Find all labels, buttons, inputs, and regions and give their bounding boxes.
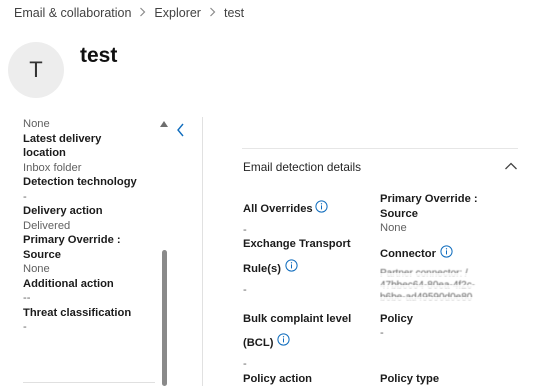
label-policy-action: Policy action [243, 373, 313, 385]
label-exchange-transport-rules-line1: Exchange Transport [243, 238, 351, 250]
left-pane-content: None Latest delivery location Inbox fold… [23, 117, 137, 335]
field-value-delivery-action: Delivered [23, 219, 71, 232]
label-bulk-complaint-level-line1: Bulk complaint level [243, 313, 352, 325]
field-value: None [23, 118, 50, 130]
label-bulk-complaint-level-line2: (BCL) [243, 337, 274, 349]
chevron-left-icon [177, 123, 184, 137]
field-label-threat-classification: Threat classification [23, 306, 132, 319]
chevron-right-icon [209, 6, 216, 20]
value-bulk-complaint-level: - [243, 358, 247, 370]
field-value-threat-classification: - [23, 321, 27, 333]
field-label-primary-override-source: Primary Override : Source [23, 234, 121, 261]
value-primary-override-source: None [380, 222, 407, 234]
scrollbar-thumb[interactable] [162, 250, 167, 386]
chevron-up-icon[interactable] [504, 158, 518, 170]
value-all-overrides: - [243, 224, 247, 236]
label-policy-type: Policy type [380, 373, 440, 385]
collapse-pane-button[interactable] [175, 122, 189, 138]
info-icon[interactable] [440, 245, 453, 258]
breadcrumb-item-current: test [223, 6, 245, 20]
redaction-mask [380, 297, 510, 300]
section-title-email-detection-details[interactable]: Email detection details [243, 160, 361, 174]
left-details-pane: None Latest delivery location Inbox fold… [0, 117, 172, 386]
breadcrumb-item-email-collaboration[interactable]: Email & collaboration [14, 6, 131, 20]
chevron-right-icon [139, 6, 146, 20]
field-value-additional-action: -- [23, 292, 31, 304]
breadcrumb-item-explorer[interactable]: Explorer [154, 6, 201, 20]
scroll-up-arrow-icon[interactable] [160, 120, 169, 129]
field-value-latest-delivery-location: Inbox folder [23, 161, 82, 174]
field-label-delivery-action: Delivery action [23, 205, 103, 217]
field-label-latest-delivery-location: Latest delivery location [23, 132, 102, 160]
value-connector: Partner connector: / 47bbec64-80ea-4f2c-… [380, 268, 510, 308]
info-icon[interactable] [285, 259, 298, 272]
section-divider [242, 148, 518, 149]
field-label-additional-action: Additional action [23, 277, 114, 290]
field-value-primary-override-source: None [23, 263, 50, 275]
field-value-detection-technology: - [23, 190, 27, 203]
avatar: T [8, 42, 64, 98]
label-primary-override-source: Primary Override : Source [380, 193, 478, 220]
value-policy: - [380, 327, 384, 339]
redaction-mask [380, 273, 510, 276]
pane-divider [202, 117, 203, 386]
value-exchange-transport-rules: - [243, 284, 247, 296]
divider [23, 382, 155, 383]
label-policy: Policy [380, 313, 413, 325]
label-all-overrides: All Overrides [243, 203, 313, 215]
label-exchange-transport-rules-line2: Rule(s) [243, 263, 281, 275]
info-icon[interactable] [315, 200, 328, 213]
info-icon[interactable] [277, 333, 290, 346]
page-title: test [80, 44, 118, 67]
redaction-mask [380, 285, 510, 288]
avatar-initial: T [29, 57, 43, 82]
label-connector: Connector [380, 248, 436, 260]
field-label-detection-technology: Detection technology [23, 176, 137, 188]
breadcrumb: Email & collaboration Explorer test [14, 6, 244, 20]
